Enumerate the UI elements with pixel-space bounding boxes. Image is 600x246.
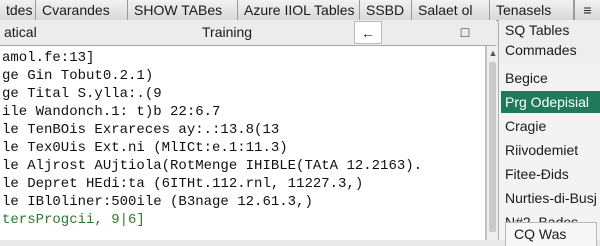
console-line: ge Gin Tobut0.2.1) — [2, 68, 154, 84]
sidebar-title-line: Commades — [505, 42, 577, 58]
tab-show-tables[interactable]: SHOW TABes — [128, 0, 238, 20]
console-line: amol.fe:13] — [2, 50, 95, 66]
editor-title: atical — [4, 24, 37, 40]
sidebar-title: SQ Tables Commades — [499, 20, 600, 64]
menu-icon[interactable]: ≡ — [574, 0, 600, 20]
console-line-prompt: tersProgcii, 9|6] — [2, 212, 145, 228]
tab-cvarandes[interactable]: Cvarandes — [36, 0, 128, 20]
maximize-icon[interactable]: □ — [452, 21, 478, 43]
tab-tenasels[interactable]: Tenasels — [490, 0, 574, 20]
scroll-up-icon[interactable]: ▲ — [488, 48, 498, 58]
console-line: le Aljrost AUjtiola(RotMenge IHIBLE(TAtA… — [2, 158, 423, 174]
scroll-thumb[interactable] — [489, 62, 496, 232]
console-line: ile Wandonch.1: t)b 22:6.7 — [2, 104, 221, 120]
editor-header: atical Training ← □ — [0, 20, 496, 46]
console-line: le TenBOis Exrareces ay:.:13.8(13 — [2, 122, 280, 138]
sidebar-title-line: SQ Tables — [505, 22, 570, 38]
sidebar-item-prg-odepisial[interactable]: Prg Odepisial — [501, 91, 600, 113]
back-arrow-icon[interactable]: ← — [354, 21, 382, 44]
sidebar-footer-tab[interactable]: CQ Was — [505, 222, 597, 246]
training-label[interactable]: Training — [202, 24, 252, 40]
sidebar-item-riivodemiet[interactable]: Riivodemiet — [501, 139, 600, 161]
tab-tdes[interactable]: tdes — [0, 0, 36, 20]
tab-strip: tdes Cvarandes SHOW TABes Azure IIOL Tab… — [0, 0, 600, 21]
console-output[interactable]: amol.fe:13] ge Gin Tobut0.2.1) ge Tital … — [0, 46, 486, 240]
console-line: le Depret HEdi:ta (6ITHt.112.rnl, 11227.… — [2, 176, 364, 192]
console-line: le IBl0liner:500ile (B3nage 12.61.3,) — [2, 194, 313, 210]
tab-salaet[interactable]: Salaet ol — [412, 0, 490, 20]
vertical-scrollbar[interactable]: ▲ — [486, 46, 498, 240]
sidebar-item-nurties[interactable]: Nurties-di-Busj — [501, 187, 600, 209]
tab-ssbd[interactable]: SSBD — [360, 0, 412, 20]
sidebar-item-begice[interactable]: Begice — [501, 67, 600, 89]
sidebar-item-fitee-dids[interactable]: Fitee-Ðids — [501, 163, 600, 185]
console-line: ge Tital S.ylla:.(9 — [2, 86, 162, 102]
sidebar-item-cragie[interactable]: Cragie — [501, 115, 600, 137]
sidebar: SQ Tables Commades Begice Prg Odepisial … — [498, 20, 600, 246]
tab-azure-tables[interactable]: Azure IIOL Tables — [238, 0, 360, 20]
console-line: le Tex0Uis Ext.ni (MlICt:e.1:11.3) — [2, 140, 288, 156]
